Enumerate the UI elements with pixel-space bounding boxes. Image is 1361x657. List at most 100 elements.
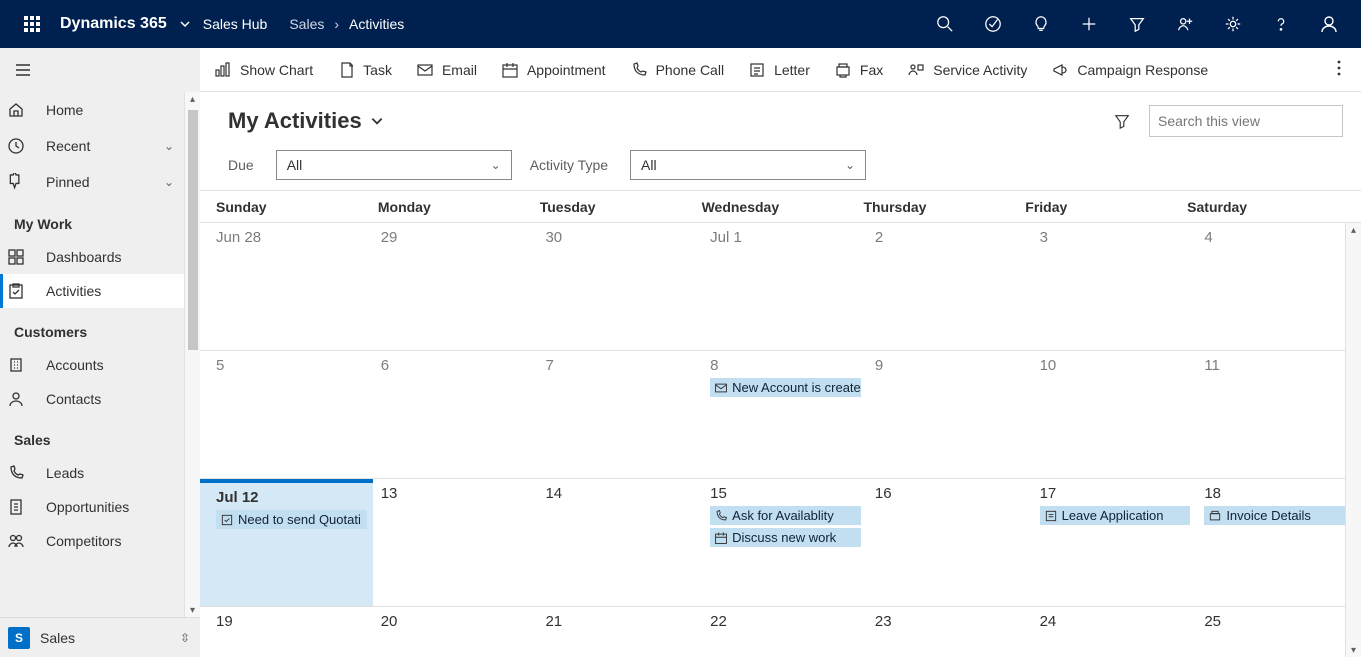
nav-leads[interactable]: Leads bbox=[0, 456, 184, 490]
nav-competitors[interactable]: Competitors bbox=[0, 524, 184, 558]
area-switcher[interactable]: S Sales ⇳ bbox=[0, 617, 200, 657]
global-header: Dynamics 365 Sales Hub Sales › Activitie… bbox=[0, 0, 1361, 48]
calendar-day[interactable]: 7 bbox=[537, 351, 702, 478]
sidebar-toggle[interactable] bbox=[0, 48, 200, 92]
cmd-email[interactable]: Email bbox=[416, 61, 477, 79]
day-number: 6 bbox=[381, 357, 532, 374]
calendar-day[interactable]: 10 bbox=[1032, 351, 1197, 478]
day-number: Jul 12 bbox=[216, 489, 367, 506]
calendar-scrollbar[interactable]: ▴ ▾ bbox=[1345, 223, 1361, 657]
calendar-day[interactable]: 30 bbox=[537, 223, 702, 350]
settings-button[interactable] bbox=[1209, 0, 1257, 48]
sidebar-scrollbar[interactable]: ▴ ▾ bbox=[184, 92, 200, 617]
calendar-day[interactable]: 14 bbox=[537, 479, 702, 606]
app-name[interactable]: Sales Hub bbox=[203, 16, 268, 32]
app-launcher[interactable] bbox=[8, 0, 56, 48]
nav-activities[interactable]: Activities bbox=[0, 274, 184, 308]
search-button[interactable] bbox=[921, 0, 969, 48]
calendar-day[interactable]: 11 bbox=[1196, 351, 1361, 478]
event-item[interactable]: Need to send Quotati bbox=[216, 510, 367, 529]
nav-accounts[interactable]: Accounts bbox=[0, 348, 184, 382]
calendar-day[interactable]: 29 bbox=[373, 223, 538, 350]
calendar-day[interactable]: 2 bbox=[867, 223, 1032, 350]
calendar-day[interactable]: 9 bbox=[867, 351, 1032, 478]
calendar-day[interactable]: 24 bbox=[1032, 607, 1197, 657]
calendar-day[interactable]: 25 bbox=[1196, 607, 1361, 657]
cmd-showchart[interactable]: Show Chart bbox=[214, 61, 313, 79]
calendar-day[interactable]: 18 Invoice Details bbox=[1196, 479, 1361, 606]
home-icon bbox=[7, 101, 25, 119]
calendar-week: Jun 28 29 30 Jul 1 2 3 4 bbox=[200, 223, 1361, 351]
nav-recent[interactable]: Recent ⌄ bbox=[0, 128, 184, 164]
new-button[interactable] bbox=[1065, 0, 1113, 48]
document-icon bbox=[7, 498, 25, 516]
help-button[interactable] bbox=[1257, 0, 1305, 48]
calendar-day[interactable]: 6 bbox=[373, 351, 538, 478]
nav-opportunities-label: Opportunities bbox=[46, 499, 129, 515]
nav-dashboards[interactable]: Dashboards bbox=[0, 240, 184, 274]
nav-opportunities[interactable]: Opportunities bbox=[0, 490, 184, 524]
nav-pinned[interactable]: Pinned ⌄ bbox=[0, 164, 184, 200]
dayheader-mon: Monday bbox=[374, 199, 536, 215]
search-input[interactable] bbox=[1158, 113, 1339, 129]
calendar-day[interactable]: 23 bbox=[867, 607, 1032, 657]
calendar-day[interactable]: 4 bbox=[1196, 223, 1361, 350]
search-box[interactable] bbox=[1149, 105, 1343, 137]
cmd-task[interactable]: Task bbox=[337, 61, 392, 79]
day-number: 5 bbox=[216, 357, 367, 374]
cmd-campaignresponse[interactable]: Campaign Response bbox=[1051, 61, 1208, 79]
activity-type-dropdown[interactable]: All ⌄ bbox=[630, 150, 866, 180]
lightbulb-icon bbox=[1032, 15, 1050, 33]
calendar-day[interactable]: 19 bbox=[200, 607, 373, 657]
breadcrumb-current[interactable]: Activities bbox=[349, 16, 404, 32]
calendar-day[interactable]: 15 Ask for Availablity Discuss new work bbox=[702, 479, 867, 606]
calendar-day[interactable]: 8 New Account is create bbox=[702, 351, 867, 478]
advanced-find-button[interactable] bbox=[1113, 0, 1161, 48]
nav-dashboards-label: Dashboards bbox=[46, 249, 122, 265]
due-dropdown[interactable]: All ⌄ bbox=[276, 150, 512, 180]
chevron-down-icon: ⌄ bbox=[164, 175, 174, 189]
calendar-day[interactable]: Jun 28 bbox=[200, 223, 373, 350]
assistant-button[interactable] bbox=[1017, 0, 1065, 48]
cmd-fax[interactable]: Fax bbox=[834, 61, 883, 79]
nav-group-sales: Sales bbox=[0, 416, 184, 456]
scrollbar-thumb[interactable] bbox=[188, 110, 198, 350]
cmd-serviceactivity[interactable]: Service Activity bbox=[907, 61, 1027, 79]
megaphone-icon bbox=[1051, 61, 1069, 79]
cmd-letter[interactable]: Letter bbox=[748, 61, 810, 79]
calendar-day[interactable]: 13 bbox=[373, 479, 538, 606]
event-item[interactable]: Leave Application bbox=[1040, 506, 1191, 525]
filter-button[interactable] bbox=[1105, 104, 1139, 138]
calendar-day[interactable]: 22 bbox=[702, 607, 867, 657]
nav-home[interactable]: Home bbox=[0, 92, 184, 128]
calendar-day[interactable]: 3 bbox=[1032, 223, 1197, 350]
event-item[interactable]: Ask for Availablity bbox=[710, 506, 861, 525]
calendar-day[interactable]: Jul 1 bbox=[702, 223, 867, 350]
phone-icon bbox=[714, 509, 728, 523]
event-item[interactable]: Discuss new work bbox=[710, 528, 861, 547]
chevron-down-icon[interactable] bbox=[179, 18, 191, 30]
view-selector[interactable]: My Activities bbox=[228, 108, 384, 134]
pin-icon bbox=[7, 173, 25, 191]
calendar-day[interactable]: 5 bbox=[200, 351, 373, 478]
cmd-phonecall[interactable]: Phone Call bbox=[630, 61, 725, 79]
nav-contacts[interactable]: Contacts bbox=[0, 382, 184, 416]
event-item[interactable]: New Account is create bbox=[710, 378, 861, 397]
brand-title[interactable]: Dynamics 365 bbox=[60, 15, 167, 33]
relationship-assistant-button[interactable] bbox=[1161, 0, 1209, 48]
cmd-showchart-label: Show Chart bbox=[240, 62, 313, 78]
task-flow-button[interactable] bbox=[969, 0, 1017, 48]
calendar-day[interactable]: 21 bbox=[537, 607, 702, 657]
calendar-day[interactable]: 17 Leave Application bbox=[1032, 479, 1197, 606]
cmd-overflow[interactable] bbox=[1331, 60, 1347, 79]
scroll-up-icon: ▴ bbox=[1351, 223, 1356, 237]
cmd-appointment[interactable]: Appointment bbox=[501, 61, 606, 79]
calendar-day[interactable]: 16 bbox=[867, 479, 1032, 606]
calendar-day-today[interactable]: Jul 12 Need to send Quotati bbox=[200, 479, 373, 606]
calendar-day[interactable]: 20 bbox=[373, 607, 538, 657]
cmd-serviceactivity-label: Service Activity bbox=[933, 62, 1027, 78]
event-item[interactable]: Invoice Details bbox=[1204, 506, 1355, 525]
account-button[interactable] bbox=[1305, 0, 1353, 48]
activity-type-value: All bbox=[641, 157, 845, 173]
breadcrumb-root[interactable]: Sales bbox=[289, 16, 324, 32]
